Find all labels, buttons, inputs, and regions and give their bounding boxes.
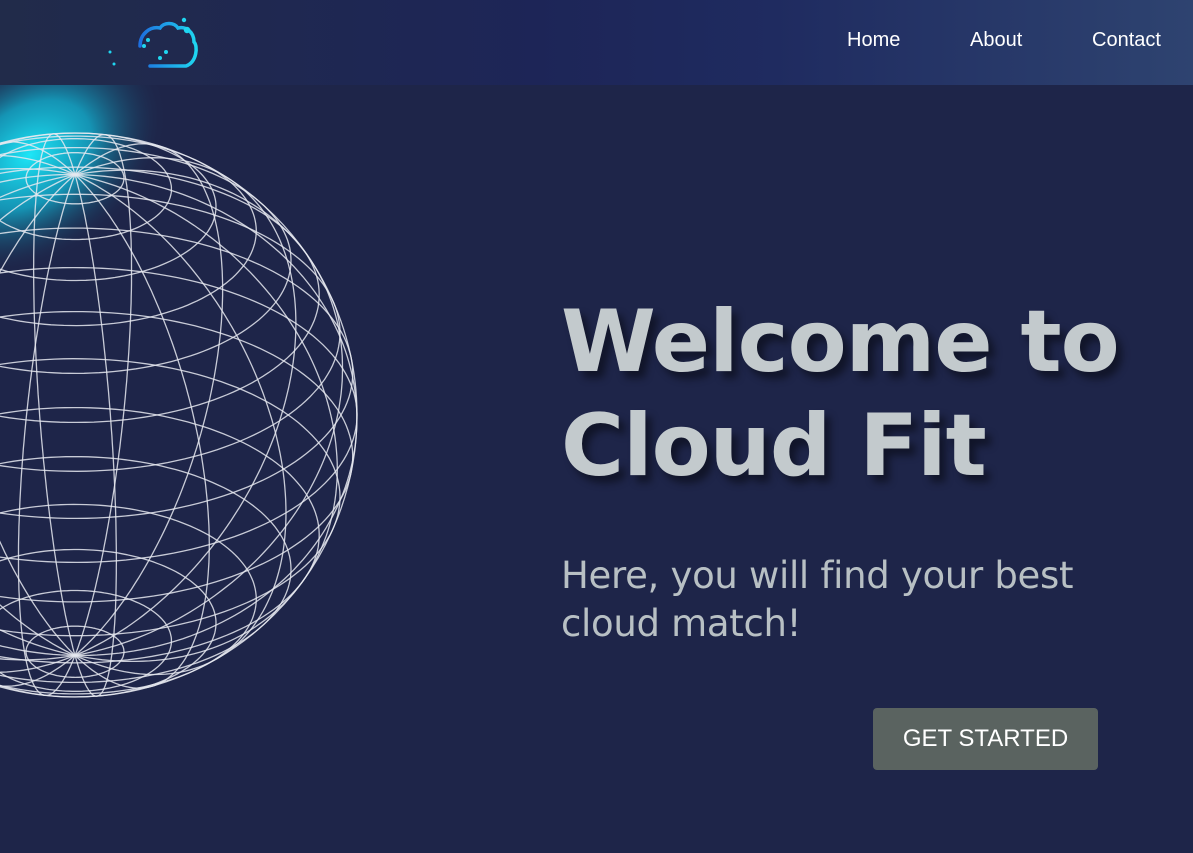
cloud-logo-icon[interactable] bbox=[102, 16, 200, 72]
hero-title: Welcome to Cloud Fit bbox=[561, 292, 1120, 496]
globe-grid-line bbox=[0, 358, 341, 637]
nav-home-link[interactable]: Home bbox=[847, 28, 900, 52]
globe-grid-line bbox=[74, 173, 358, 657]
globe-grid-line bbox=[74, 174, 210, 689]
top-navbar: Home About Contact bbox=[0, 0, 1193, 85]
globe-grid-line bbox=[74, 157, 297, 656]
nav-about-link[interactable]: About bbox=[970, 28, 1022, 52]
nav-contact-link[interactable]: Contact bbox=[1092, 28, 1161, 52]
wireframe-globe-icon bbox=[0, 85, 400, 853]
get-started-button[interactable]: GET STARTED bbox=[873, 708, 1098, 770]
hero-subtitle: Here, you will find your best cloud matc… bbox=[561, 554, 1074, 645]
